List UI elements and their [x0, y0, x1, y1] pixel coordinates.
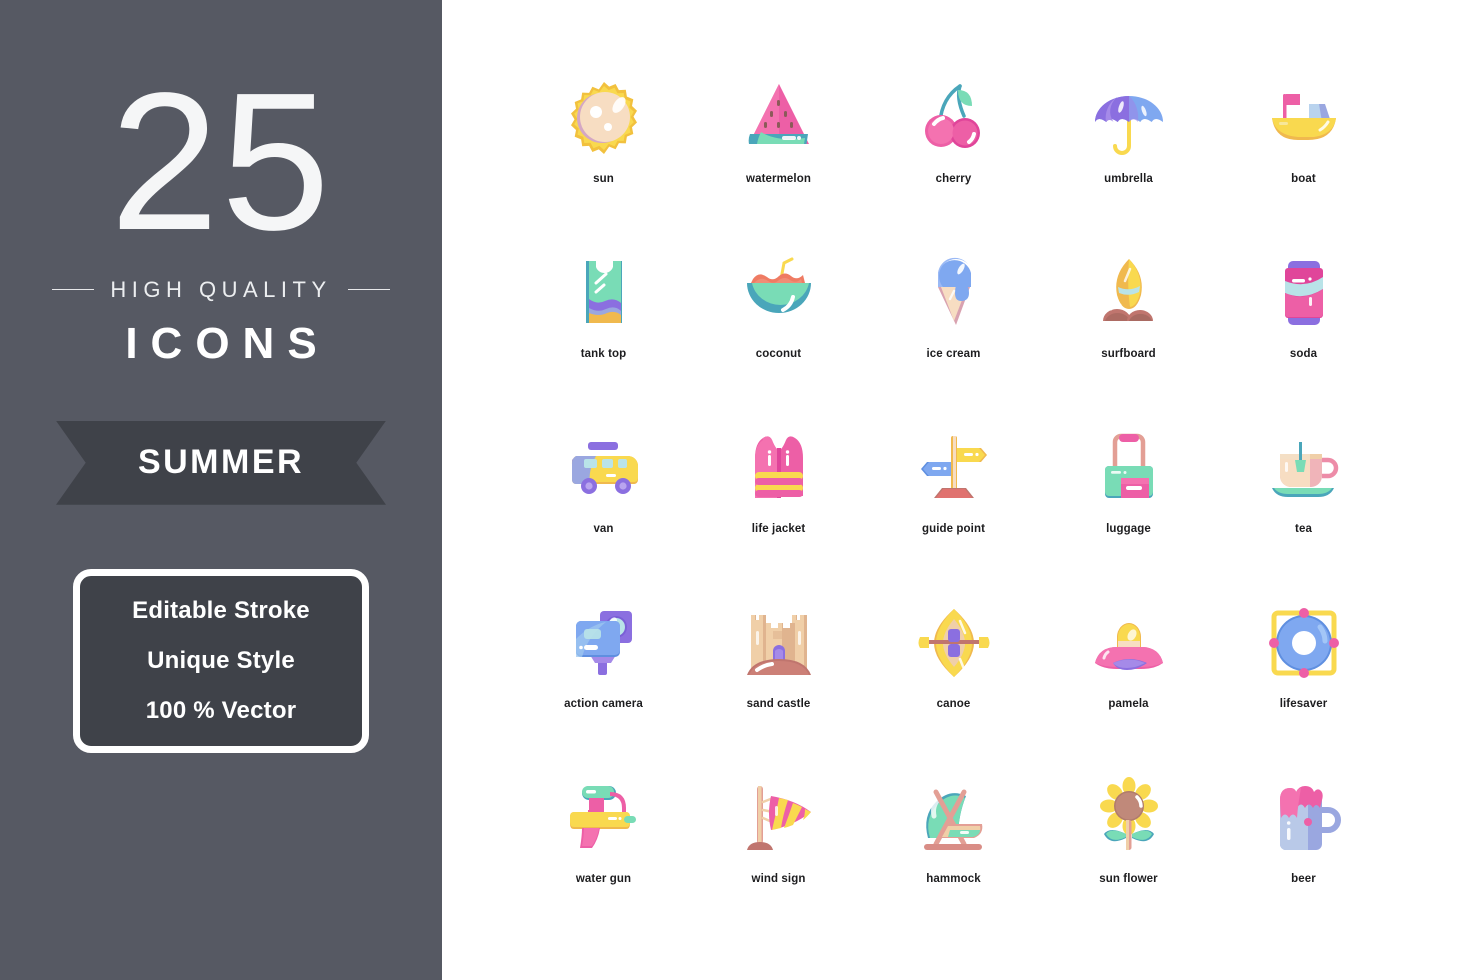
feature-editable-stroke: Editable Stroke: [132, 596, 310, 624]
icon-label: canoe: [936, 698, 971, 710]
icon-label: beer: [1291, 873, 1316, 885]
van-icon: [559, 422, 649, 514]
icon-cell-lifesaver[interactable]: lifesaver: [1216, 585, 1391, 760]
icon-label: luggage: [1106, 523, 1151, 535]
icon-label: lifesaver: [1279, 698, 1328, 710]
ribbon-label: SUMMER: [137, 443, 305, 482]
features-box: Editable Stroke Unique Style 100 % Vecto…: [73, 568, 369, 753]
icon-label: ice cream: [926, 348, 981, 360]
icon-cell-guide-point[interactable]: guide point: [866, 410, 1041, 585]
icon-cell-action-camera[interactable]: action camera: [516, 585, 691, 760]
icon-cell-wind-sign[interactable]: wind sign: [691, 760, 866, 935]
icon-cell-beer[interactable]: beer: [1216, 760, 1391, 935]
pamela-icon: [1084, 597, 1174, 689]
high-quality-row: HIGH QUALITY: [52, 276, 390, 303]
sand-castle-icon: [734, 597, 824, 689]
icons-word: ICONS: [125, 318, 330, 368]
icon-label: pamela: [1108, 698, 1149, 710]
watermelon-icon: [734, 72, 824, 164]
boat-icon: [1259, 72, 1349, 164]
ice-cream-icon: [909, 247, 999, 339]
icon-cell-water-gun[interactable]: water gun: [516, 760, 691, 935]
icon-cell-life-jacket[interactable]: life jacket: [691, 410, 866, 585]
icon-label: water gun: [575, 873, 632, 885]
water-gun-icon: [559, 772, 649, 864]
cherry-icon: [909, 72, 999, 164]
icon-label: tank top: [580, 348, 627, 360]
sun-icon: [559, 72, 649, 164]
icon-grid: sun watermelon cherry umbrella boat tank…: [516, 60, 1456, 935]
guide-point-icon: [909, 422, 999, 514]
icon-label: cherry: [935, 173, 972, 185]
icon-cell-watermelon[interactable]: watermelon: [691, 60, 866, 235]
sidebar: 25 HIGH QUALITY ICONS SUMMER Editable St…: [0, 0, 442, 980]
soda-icon: [1259, 247, 1349, 339]
icon-label: coconut: [755, 348, 802, 360]
icon-cell-soda[interactable]: soda: [1216, 235, 1391, 410]
feature-unique-style: Unique Style: [147, 646, 295, 674]
umbrella-icon: [1084, 72, 1174, 164]
luggage-icon: [1084, 422, 1174, 514]
sun-flower-icon: [1084, 772, 1174, 864]
icon-cell-luggage[interactable]: luggage: [1041, 410, 1216, 585]
icon-label: boat: [1291, 173, 1316, 185]
icon-set-page: 25 HIGH QUALITY ICONS SUMMER Editable St…: [0, 0, 1470, 980]
summer-ribbon: SUMMER: [56, 420, 386, 505]
icon-label: van: [593, 523, 614, 535]
icon-cell-tea[interactable]: tea: [1216, 410, 1391, 585]
icon-label: sun: [593, 173, 614, 185]
icon-label: sand castle: [746, 698, 811, 710]
icon-cell-van[interactable]: van: [516, 410, 691, 585]
icon-label: hammock: [926, 873, 981, 885]
icon-cell-cherry[interactable]: cherry: [866, 60, 1041, 235]
icon-cell-sun[interactable]: sun: [516, 60, 691, 235]
icon-cell-canoe[interactable]: canoe: [866, 585, 1041, 760]
wind-sign-icon: [734, 772, 824, 864]
icon-count: 25: [109, 52, 332, 271]
icon-label: life jacket: [751, 523, 806, 535]
icon-cell-sun-flower[interactable]: sun flower: [1041, 760, 1216, 935]
icon-cell-surfboard[interactable]: surfboard: [1041, 235, 1216, 410]
icon-grid-area: sun watermelon cherry umbrella boat tank…: [442, 0, 1470, 980]
icon-label: soda: [1289, 348, 1318, 360]
hammock-icon: [909, 772, 999, 864]
life-jacket-icon: [734, 422, 824, 514]
icon-label: sun flower: [1099, 873, 1158, 885]
icon-label: tea: [1295, 523, 1312, 535]
icon-cell-boat[interactable]: boat: [1216, 60, 1391, 235]
icon-label: action camera: [564, 698, 643, 710]
beer-icon: [1259, 772, 1349, 864]
icon-label: watermelon: [746, 173, 811, 185]
icon-cell-coconut[interactable]: coconut: [691, 235, 866, 410]
icon-label: wind sign: [751, 873, 806, 885]
icon-label: umbrella: [1104, 173, 1153, 185]
action-camera-icon: [559, 597, 649, 689]
icon-cell-hammock[interactable]: hammock: [866, 760, 1041, 935]
icon-cell-tank-top[interactable]: tank top: [516, 235, 691, 410]
divider-right: [347, 289, 390, 291]
icon-cell-umbrella[interactable]: umbrella: [1041, 60, 1216, 235]
icon-cell-pamela[interactable]: pamela: [1041, 585, 1216, 760]
canoe-icon: [909, 597, 999, 689]
tea-icon: [1259, 422, 1349, 514]
tank-top-icon: [559, 247, 649, 339]
high-quality-text: HIGH QUALITY: [110, 276, 332, 302]
icon-label: guide point: [921, 523, 986, 535]
coconut-icon: [734, 247, 824, 339]
feature-vector: 100 % Vector: [145, 696, 297, 724]
lifesaver-icon: [1259, 597, 1349, 689]
surfboard-icon: [1084, 247, 1174, 339]
divider-left: [52, 289, 95, 291]
icon-cell-ice-cream[interactable]: ice cream: [866, 235, 1041, 410]
icon-cell-sand-castle[interactable]: sand castle: [691, 585, 866, 760]
icon-label: surfboard: [1101, 348, 1156, 360]
